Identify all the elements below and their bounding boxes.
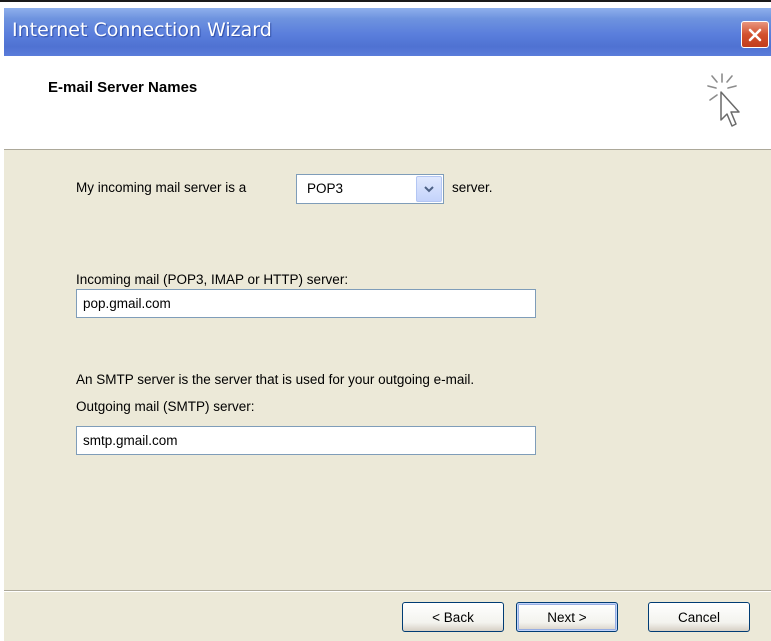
dropdown-button[interactable]	[416, 176, 442, 202]
incoming-server-type-value: POP3	[307, 181, 344, 196]
incoming-server-input[interactable]: pop.gmail.com	[76, 289, 536, 318]
page-title: E-mail Server Names	[48, 79, 198, 96]
wizard-cursor-icon	[707, 73, 740, 127]
outgoing-server-input[interactable]: smtp.gmail.com	[76, 426, 536, 455]
title-bar[interactable]: Internet Connection Wizard	[4, 8, 771, 56]
outgoing-server-value: smtp.gmail.com	[83, 433, 178, 448]
next-button[interactable]: Next >	[516, 602, 618, 632]
cancel-button[interactable]: Cancel	[648, 602, 750, 632]
window-title: Internet Connection Wizard	[12, 19, 272, 41]
wizard-window: Internet Connection Wizard E-mail Server…	[4, 8, 771, 641]
incoming-server-value: pop.gmail.com	[83, 296, 171, 311]
incoming-server-label: Incoming mail (POP3, IMAP or HTTP) serve…	[76, 272, 349, 287]
wizard-header: E-mail Server Names	[4, 56, 771, 150]
top-border	[0, 0, 771, 7]
close-icon	[748, 28, 762, 41]
incoming-type-prefix: My incoming mail server is a	[76, 180, 247, 195]
incoming-type-suffix: server.	[452, 180, 493, 195]
top-border-line	[0, 0, 771, 2]
smtp-description: An SMTP server is the server that is use…	[76, 372, 475, 387]
outgoing-server-label: Outgoing mail (SMTP) server:	[76, 399, 255, 414]
footer-divider	[4, 590, 771, 592]
close-button[interactable]	[741, 21, 769, 48]
back-button[interactable]: < Back	[402, 602, 504, 632]
chevron-down-icon	[424, 186, 434, 193]
incoming-server-type-select[interactable]: POP3	[296, 174, 444, 204]
